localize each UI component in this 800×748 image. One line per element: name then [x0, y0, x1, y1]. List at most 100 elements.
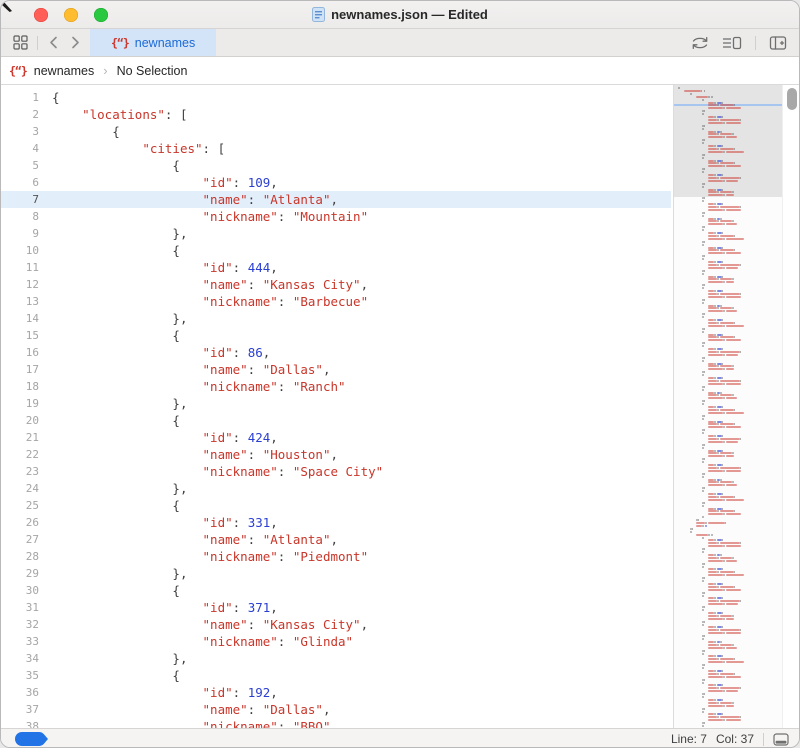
line-number[interactable]: 6 [1, 174, 39, 191]
code-area[interactable]: 1{2 "locations": [3 {4 "cities": [5 {6 "… [1, 89, 671, 728]
source-editor[interactable]: 1{2 "locations": [3 {4 "cities": [5 {6 "… [1, 85, 799, 728]
scrollbar-track[interactable] [782, 85, 799, 728]
code-line[interactable]: 6 "id": 109, [1, 174, 671, 191]
line-number[interactable]: 23 [1, 463, 39, 480]
line-number[interactable]: 12 [1, 276, 39, 293]
scrollbar-thumb[interactable] [787, 88, 797, 110]
code-line[interactable]: 16 "id": 86, [1, 344, 671, 361]
code-line[interactable]: 29 }, [1, 565, 671, 582]
line-number[interactable]: 34 [1, 650, 39, 667]
minimap[interactable] [673, 85, 782, 728]
line-number[interactable]: 15 [1, 327, 39, 344]
code-line[interactable]: 14 }, [1, 310, 671, 327]
code-line[interactable]: 1{ [1, 89, 671, 106]
code-line[interactable]: 19 }, [1, 395, 671, 412]
tab-overview-icon[interactable] [13, 35, 28, 50]
line-number[interactable]: 18 [1, 378, 39, 395]
document-proxy-icon[interactable] [312, 7, 325, 22]
code-line[interactable]: 8 "nickname": "Mountain" [1, 208, 671, 225]
line-number[interactable]: 31 [1, 599, 39, 616]
code-line[interactable]: 3 { [1, 123, 671, 140]
zoom-button[interactable] [94, 8, 108, 22]
line-number[interactable]: 24 [1, 480, 39, 497]
code-line[interactable]: 25 { [1, 497, 671, 514]
line-number[interactable]: 5 [1, 157, 39, 174]
line-number[interactable]: 33 [1, 633, 39, 650]
code-line[interactable]: 9 }, [1, 225, 671, 242]
minimize-button[interactable] [64, 8, 78, 22]
code-line[interactable]: 7 "name": "Atlanta", [1, 191, 671, 208]
line-number[interactable]: 30 [1, 582, 39, 599]
go-forward-icon[interactable] [69, 35, 82, 50]
code-line[interactable]: 26 "id": 331, [1, 514, 671, 531]
line-number[interactable]: 37 [1, 701, 39, 718]
code-line[interactable]: 33 "nickname": "Glinda" [1, 633, 671, 650]
code-line[interactable]: 31 "id": 371, [1, 599, 671, 616]
code-line[interactable]: 22 "name": "Houston", [1, 446, 671, 463]
line-number[interactable]: 26 [1, 514, 39, 531]
line-number[interactable]: 13 [1, 293, 39, 310]
code-line[interactable]: 17 "name": "Dallas", [1, 361, 671, 378]
code-line[interactable]: 18 "nickname": "Ranch" [1, 378, 671, 395]
line-number[interactable]: 29 [1, 565, 39, 582]
code-line[interactable]: 12 "name": "Kansas City", [1, 276, 671, 293]
code-line[interactable]: 32 "name": "Kansas City", [1, 616, 671, 633]
line-number[interactable]: 7 [1, 191, 39, 208]
line-number[interactable]: 21 [1, 429, 39, 446]
go-back-icon[interactable] [47, 35, 60, 50]
line-number[interactable]: 19 [1, 395, 39, 412]
status-accessory-pill[interactable] [15, 732, 49, 746]
code-line[interactable]: 24 }, [1, 480, 671, 497]
tab-newnames[interactable]: {“} newnames [90, 29, 216, 56]
code-line[interactable]: 4 "cities": [ [1, 140, 671, 157]
line-number[interactable]: 16 [1, 344, 39, 361]
code-line[interactable]: 11 "id": 444, [1, 259, 671, 276]
line-number[interactable]: 1 [1, 89, 39, 106]
code-line[interactable]: 2 "locations": [ [1, 106, 671, 123]
line-number[interactable]: 9 [1, 225, 39, 242]
line-number[interactable]: 10 [1, 242, 39, 259]
line-number[interactable]: 28 [1, 548, 39, 565]
line-number[interactable]: 35 [1, 667, 39, 684]
code-line[interactable]: 15 { [1, 327, 671, 344]
line-number[interactable]: 20 [1, 412, 39, 429]
minimap-line-mark [717, 568, 722, 570]
code-line[interactable]: 37 "name": "Dallas", [1, 701, 671, 718]
line-number[interactable]: 3 [1, 123, 39, 140]
line-number[interactable]: 36 [1, 684, 39, 701]
code-line[interactable]: 38 "nickname": "BBQ" [1, 718, 671, 728]
line-number[interactable]: 2 [1, 106, 39, 123]
line-number[interactable]: 27 [1, 531, 39, 548]
code-line[interactable]: 21 "id": 424, [1, 429, 671, 446]
code-line[interactable]: 36 "id": 192, [1, 684, 671, 701]
line-number[interactable]: 17 [1, 361, 39, 378]
add-editor-icon[interactable] [769, 35, 787, 51]
title-bar[interactable]: newnames.json — Edited [1, 1, 799, 29]
breadcrumb-file[interactable]: newnames [34, 64, 94, 78]
code-line[interactable]: 35 { [1, 667, 671, 684]
code-line[interactable]: 10 { [1, 242, 671, 259]
line-number[interactable]: 11 [1, 259, 39, 276]
hide-bottom-bar-icon[interactable] [773, 733, 789, 746]
code-line[interactable]: 23 "nickname": "Space City" [1, 463, 671, 480]
code-line[interactable]: 34 }, [1, 650, 671, 667]
breadcrumb-selection[interactable]: No Selection [117, 64, 188, 78]
line-number[interactable]: 4 [1, 140, 39, 157]
close-button[interactable] [34, 8, 48, 22]
line-number[interactable]: 22 [1, 446, 39, 463]
code-line[interactable]: 5 { [1, 157, 671, 174]
line-number[interactable]: 38 [1, 718, 39, 728]
minimap-line-mark [723, 325, 725, 327]
line-number[interactable]: 32 [1, 616, 39, 633]
line-number[interactable]: 8 [1, 208, 39, 225]
editor-options-icon[interactable] [722, 35, 742, 51]
related-items-swap-icon[interactable] [691, 35, 709, 51]
line-number[interactable]: 25 [1, 497, 39, 514]
code-line[interactable]: 27 "name": "Atlanta", [1, 531, 671, 548]
code-line[interactable]: 28 "nickname": "Piedmont" [1, 548, 671, 565]
code-line[interactable]: 30 { [1, 582, 671, 599]
minimap-line-mark [704, 270, 706, 272]
code-line[interactable]: 20 { [1, 412, 671, 429]
code-line[interactable]: 13 "nickname": "Barbecue" [1, 293, 671, 310]
line-number[interactable]: 14 [1, 310, 39, 327]
